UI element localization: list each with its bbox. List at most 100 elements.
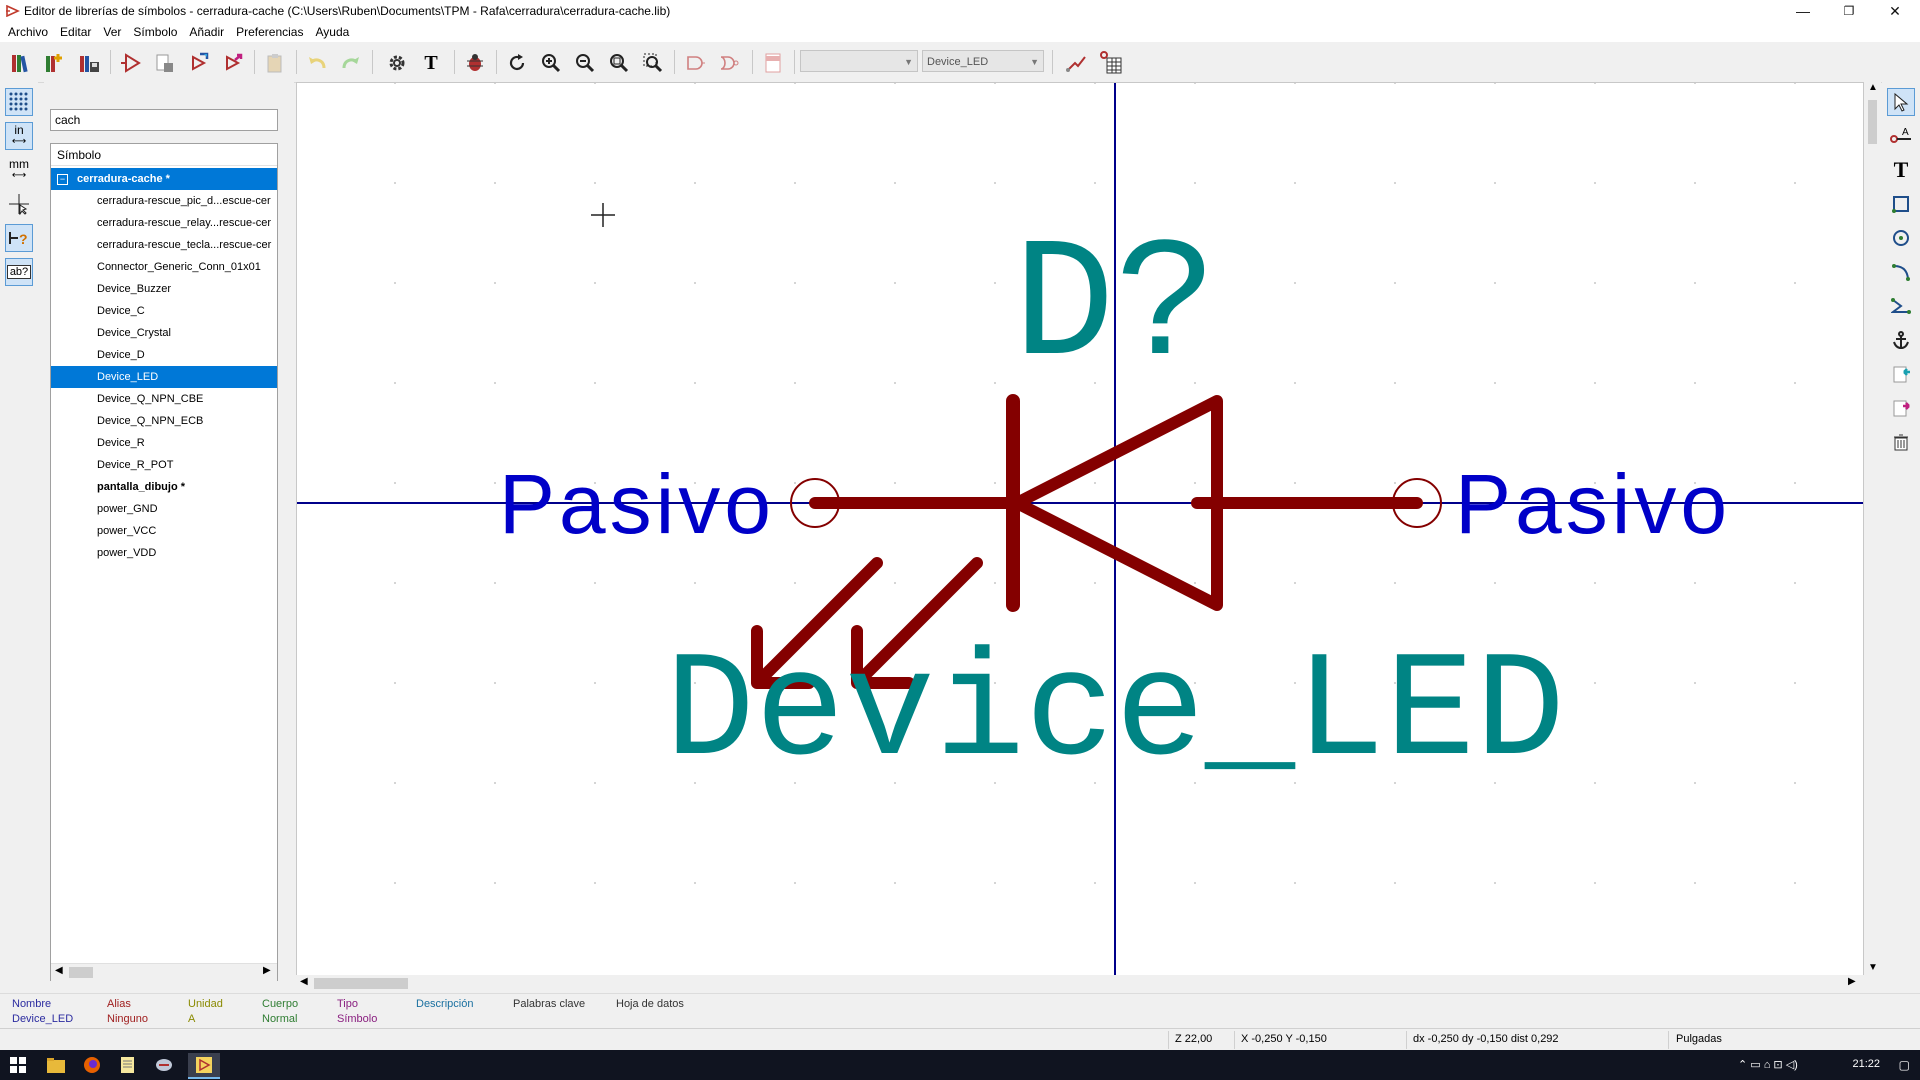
tree-symbol-node[interactable]: Device_Q_NPN_CBE xyxy=(51,388,277,410)
import-symbol-icon[interactable] xyxy=(186,50,212,76)
canvas-vertical-scrollbar[interactable]: ▲ ▼ xyxy=(1864,82,1881,977)
app-icon[interactable] xyxy=(148,1053,180,1077)
library-search-input[interactable] xyxy=(50,109,278,131)
zoom-in-icon[interactable] xyxy=(538,50,564,76)
tree-symbol-node[interactable]: power_GND xyxy=(51,498,277,520)
tree-symbol-node[interactable]: cerradura-rescue_pic_d...escue-cer xyxy=(51,190,277,212)
new-symbol-icon[interactable] xyxy=(118,50,144,76)
menu-preferencias[interactable]: Preferencias xyxy=(232,22,307,39)
units-mm-button[interactable]: mm ⟷ xyxy=(5,156,33,184)
scroll-up-arrow-icon[interactable]: ▲ xyxy=(1868,82,1878,93)
units-inches-button[interactable]: in ⟷ xyxy=(5,122,33,150)
pin-right-type-label: Pasivo xyxy=(1455,457,1731,551)
hscroll-thumb[interactable] xyxy=(314,978,408,989)
notifications-icon[interactable]: ▢ xyxy=(1899,1058,1910,1072)
show-pin-electrical-type-icon[interactable]: ? xyxy=(5,224,33,252)
kicad-taskbar-icon[interactable] xyxy=(188,1053,220,1079)
export-graphics-icon[interactable] xyxy=(1887,394,1915,422)
tree-symbol-node[interactable]: cerradura-rescue_relay...rescue-cer xyxy=(51,212,277,234)
tray-icons[interactable]: ⌃ ▭ ⌂ ⊡ ◁) xyxy=(1738,1058,1798,1071)
deMorgan-alternate-icon[interactable] xyxy=(716,50,742,76)
anchor-icon[interactable] xyxy=(1887,326,1915,354)
import-graphics-icon[interactable] xyxy=(1887,360,1915,388)
undo-icon[interactable] xyxy=(304,50,330,76)
tree-library-node[interactable]: pantalla_dibujo * xyxy=(51,476,277,498)
add-text-icon[interactable]: T xyxy=(1887,156,1915,184)
menu-ayuda[interactable]: Ayuda xyxy=(311,22,353,39)
library-tree[interactable]: Símbolo − cerradura-cache * cerradura-resc… xyxy=(50,143,278,981)
file-explorer-icon[interactable] xyxy=(40,1053,72,1077)
reference-field[interactable]: D? xyxy=(1013,212,1217,405)
deMorgan-normal-icon[interactable] xyxy=(682,50,708,76)
hscroll-left-arrow-icon[interactable]: ◀ xyxy=(300,976,308,987)
new-library-icon[interactable] xyxy=(42,50,68,76)
tree-symbol-node[interactable]: power_VCC xyxy=(51,520,277,542)
firefox-icon[interactable] xyxy=(76,1053,108,1077)
menu-ver[interactable]: Ver xyxy=(99,22,125,39)
tree-library-node[interactable]: − cerradura-cache * xyxy=(51,168,277,190)
notepad-icon[interactable] xyxy=(112,1053,144,1077)
collapse-icon[interactable]: − xyxy=(57,174,68,185)
text-tool-button[interactable]: ab? xyxy=(5,258,33,286)
redo-icon[interactable] xyxy=(338,50,364,76)
tree-symbol-node[interactable]: Device_D xyxy=(51,344,277,366)
hscroll-right-arrow-icon[interactable]: ▶ xyxy=(1848,976,1856,987)
scroll-thumb[interactable] xyxy=(69,967,93,978)
grid-toggle-icon[interactable] xyxy=(5,88,33,116)
tree-symbol-node[interactable]: Connector_Generic_Conn_01x01 xyxy=(51,256,277,278)
tree-symbol-node[interactable]: Device_Crystal xyxy=(51,322,277,344)
library-table-icon[interactable] xyxy=(8,50,34,76)
paste-icon[interactable] xyxy=(262,50,288,76)
tree-symbol-node[interactable]: Device_C xyxy=(51,300,277,322)
scroll-left-arrow-icon[interactable]: ◀ xyxy=(55,965,63,976)
info-nombre: Nombre Device_LED xyxy=(12,998,74,1025)
tree-symbol-node[interactable]: Device_LED xyxy=(51,366,277,388)
menu-anadir[interactable]: Añadir xyxy=(185,22,228,39)
symbol-properties-icon[interactable] xyxy=(1098,50,1124,76)
redraw-icon[interactable] xyxy=(504,50,530,76)
menu-simbolo[interactable]: Símbolo xyxy=(129,22,181,39)
pin-table-icon[interactable] xyxy=(1064,50,1090,76)
menu-archivo[interactable]: Archivo xyxy=(4,22,52,39)
vscroll-thumb[interactable] xyxy=(1868,100,1877,144)
tree-symbol-node[interactable]: Device_Buzzer xyxy=(51,278,277,300)
tree-symbol-node[interactable]: Device_R xyxy=(51,432,277,454)
text-edit-icon[interactable]: T xyxy=(418,50,444,76)
start-windows-icon[interactable] xyxy=(2,1053,34,1077)
canvas-horizontal-scrollbar[interactable]: ◀ ▶ xyxy=(296,975,1864,992)
select-arrow-icon[interactable] xyxy=(1887,88,1915,116)
zoom-selection-icon[interactable] xyxy=(640,50,666,76)
symbol-checker-bug-icon[interactable] xyxy=(462,50,488,76)
close-button[interactable]: ✕ xyxy=(1872,0,1918,22)
add-arc-icon[interactable] xyxy=(1887,258,1915,286)
symbol-select[interactable]: Device_LED ▼ xyxy=(922,50,1044,72)
value-field[interactable]: Device_LED xyxy=(665,629,1565,799)
tree-symbol-node[interactable]: Device_Q_NPN_ECB xyxy=(51,410,277,432)
export-symbol-icon[interactable] xyxy=(220,50,246,76)
save-symbol-icon[interactable] xyxy=(152,50,178,76)
menu-editar[interactable]: Editar xyxy=(56,22,95,39)
tree-symbol-node[interactable]: Device_R_POT xyxy=(51,454,277,476)
scroll-down-arrow-icon[interactable]: ▼ xyxy=(1868,962,1878,973)
datasheet-pdf-icon[interactable] xyxy=(760,50,786,76)
add-polyline-icon[interactable] xyxy=(1887,292,1915,320)
settings-gear-icon[interactable] xyxy=(384,50,410,76)
tree-horizontal-scrollbar[interactable]: ◀ ▶ xyxy=(51,963,277,981)
add-rectangle-icon[interactable] xyxy=(1887,190,1915,218)
taskbar-clock[interactable]: 21:22 xyxy=(1852,1058,1880,1070)
unit-select[interactable]: ▼ xyxy=(800,50,918,72)
add-circle-icon[interactable] xyxy=(1887,224,1915,252)
save-library-icon[interactable] xyxy=(76,50,102,76)
scroll-right-arrow-icon[interactable]: ▶ xyxy=(263,965,271,976)
minimize-button[interactable]: — xyxy=(1780,0,1826,22)
zoom-fit-icon[interactable] xyxy=(606,50,632,76)
add-pin-icon[interactable]: A xyxy=(1887,122,1915,150)
status-units: Pulgadas xyxy=(1676,1033,1722,1045)
cursor-crosshair-icon[interactable] xyxy=(5,190,33,218)
delete-trash-icon[interactable] xyxy=(1887,428,1915,456)
zoom-out-icon[interactable] xyxy=(572,50,598,76)
restore-button[interactable]: ❐ xyxy=(1826,0,1872,22)
symbol-canvas[interactable]: D? Device_LED Pasivo Pasivo xyxy=(296,82,1864,992)
tree-symbol-node[interactable]: power_VDD xyxy=(51,542,277,564)
tree-symbol-node[interactable]: cerradura-rescue_tecla...rescue-cer xyxy=(51,234,277,256)
